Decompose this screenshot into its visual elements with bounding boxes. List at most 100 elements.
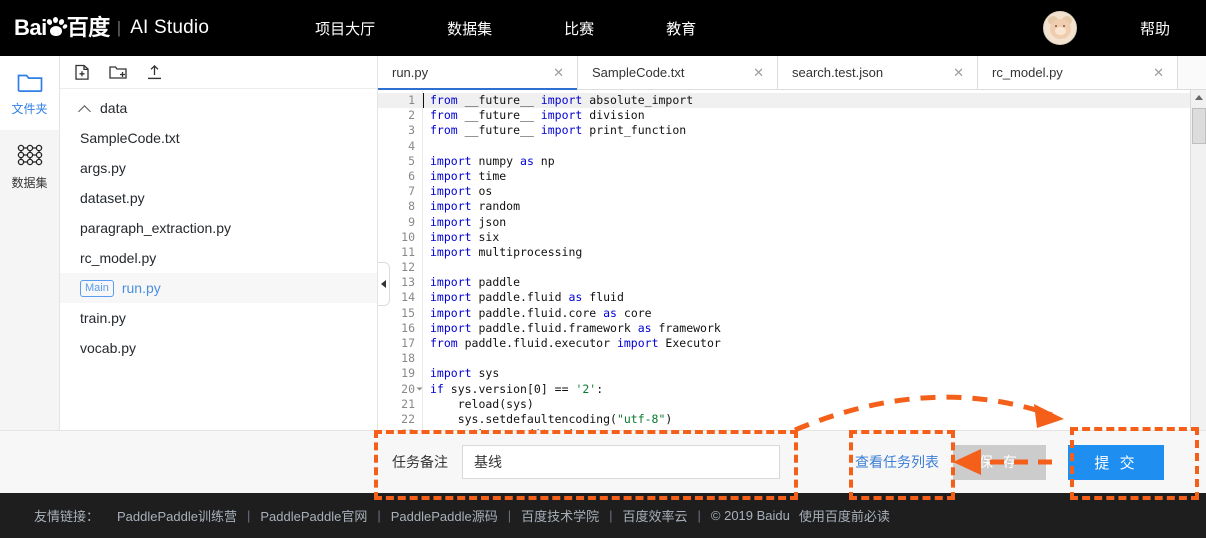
code-line: from paddle.fluid.executor import Execut… — [430, 336, 721, 350]
code-line: import paddle — [430, 275, 521, 290]
upload-icon[interactable] — [146, 64, 163, 81]
dataset-nodes-icon — [17, 143, 43, 167]
brand-separator: | — [116, 18, 122, 37]
rail-item-folder-label: 文件夹 — [11, 102, 48, 116]
file-row-vocab[interactable]: vocab.py — [60, 333, 377, 363]
new-file-icon[interactable] — [74, 64, 90, 81]
tab-label: run.py — [392, 65, 429, 80]
file-row-args[interactable]: args.py — [60, 153, 377, 183]
file-row-paragraph-extraction[interactable]: paragraph_extraction.py — [60, 213, 377, 243]
brand-logo[interactable]: Bai 百度 | AI Studio — [14, 0, 209, 56]
text-cursor — [423, 93, 424, 108]
line-number: 4 — [408, 138, 415, 153]
file-row-rc-model[interactable]: rc_model.py — [60, 243, 377, 273]
tab-run-py[interactable]: run.py ✕ — [378, 56, 578, 90]
code-line: import six — [430, 229, 500, 244]
close-icon[interactable]: ✕ — [1153, 65, 1164, 81]
close-icon[interactable]: ✕ — [753, 65, 764, 81]
nav-item-datasets[interactable]: 数据集 — [447, 18, 492, 39]
tab-search-test-json[interactable]: search.test.json ✕ — [778, 56, 978, 89]
code-line: sys.setdefaultencoding("utf-8") — [430, 411, 673, 426]
file-row-samplecode[interactable]: SampleCode.txt — [60, 123, 377, 153]
rail-item-folder[interactable]: 文件夹 — [0, 56, 59, 130]
file-list: data SampleCode.txt args.py dataset.py p… — [60, 89, 377, 363]
nav-links: 项目大厅 数据集 比赛 教育 — [315, 18, 768, 39]
view-task-list-link[interactable]: 查看任务列表 — [855, 452, 939, 472]
file-row-train[interactable]: train.py — [60, 303, 377, 333]
code-line: import random — [430, 199, 521, 214]
line-number: 1 — [378, 93, 422, 109]
folder-icon — [17, 69, 43, 93]
file-row-run[interactable]: Main run.py — [60, 273, 377, 303]
line-number: 16 — [401, 320, 415, 335]
line-number: 19 — [401, 366, 415, 381]
code-line: import paddle.fluid.core as core — [430, 305, 652, 320]
footer-link-tech-academy[interactable]: 百度技术学院 — [521, 506, 599, 525]
file-row-folder-data[interactable]: data — [60, 93, 377, 123]
editor-column: run.py ✕ SampleCode.txt ✕ search.test.js… — [378, 56, 1206, 493]
top-navigation-bar: Bai 百度 | AI Studio 项目大厅 数据集 比赛 教育 帮助 — [0, 0, 1206, 56]
page-footer: 友情链接： PaddlePaddle训练营 | PaddlePaddle官网 |… — [0, 493, 1206, 538]
new-folder-icon[interactable] — [109, 64, 127, 80]
line-number: 8 — [408, 199, 415, 214]
tab-label: rc_model.py — [992, 65, 1063, 80]
rail-item-dataset-label: 数据集 — [11, 176, 48, 190]
main-entry-badge: Main — [80, 279, 114, 297]
code-line: from __future__ import print_function — [430, 123, 687, 138]
file-label: SampleCode.txt — [80, 130, 180, 146]
tab-samplecode-txt[interactable]: SampleCode.txt ✕ — [578, 56, 778, 89]
scroll-up-icon[interactable] — [1191, 90, 1206, 105]
line-number: 17 — [401, 336, 415, 350]
nav-item-education[interactable]: 教育 — [666, 18, 696, 39]
code-line: from __future__ import division — [430, 108, 645, 123]
footer-link-training-camp[interactable]: PaddlePaddle训练营 — [117, 506, 237, 525]
close-icon[interactable]: ✕ — [953, 65, 964, 81]
tab-label: search.test.json — [792, 65, 884, 80]
file-label: run.py — [121, 280, 161, 296]
code-editor[interactable]: 123456789101112131415161718192021222324 … — [378, 90, 1206, 476]
panel-collapse-handle[interactable] — [378, 262, 390, 306]
line-number: 20 — [378, 382, 423, 397]
left-icon-rail: 文件夹 数据集 — [0, 56, 60, 493]
footer-copyright: © 2019 Baidu — [710, 508, 790, 523]
vertical-scroll-thumb[interactable] — [1192, 108, 1206, 144]
close-icon[interactable]: ✕ — [553, 65, 564, 81]
avatar[interactable] — [1042, 11, 1077, 45]
line-number: 15 — [401, 305, 415, 320]
tab-rc-model-py[interactable]: rc_model.py ✕ — [978, 56, 1178, 89]
file-label: paragraph_extraction.py — [80, 220, 231, 236]
nav-right-group: 帮助 — [1042, 0, 1206, 56]
baidu-logo-latin: Bai — [14, 15, 47, 40]
nav-item-competition[interactable]: 比赛 — [564, 18, 594, 39]
submit-button[interactable]: 提 交 — [1068, 444, 1164, 480]
workspace: 文件夹 数据集 data SampleCode.txt args.py data… — [0, 56, 1206, 493]
line-number: 22 — [401, 411, 415, 426]
file-label: args.py — [80, 160, 126, 176]
line-number: 10 — [401, 229, 415, 244]
footer-link-terms[interactable]: 使用百度前必读 — [799, 506, 890, 525]
task-note-input[interactable] — [462, 445, 780, 479]
file-label: data — [100, 100, 128, 116]
task-action-bar: 任务备注 查看任务列表 保 存 提 交 — [0, 430, 1206, 493]
file-label: rc_model.py — [80, 250, 157, 266]
editor-vertical-scrollbar[interactable] — [1190, 90, 1206, 476]
fold-toggle-icon[interactable] — [416, 387, 423, 391]
rail-item-dataset[interactable]: 数据集 — [0, 130, 59, 204]
code-line: import sys — [430, 366, 500, 381]
footer-link-official-site[interactable]: PaddlePaddle官网 — [260, 506, 367, 525]
footer-link-efficiency-cloud[interactable]: 百度效率云 — [623, 506, 688, 525]
tab-label: SampleCode.txt — [592, 65, 685, 80]
save-button[interactable]: 保 存 — [953, 444, 1046, 480]
line-number: 6 — [408, 168, 415, 183]
code-content[interactable]: from __future__ import absolute_import fr… — [423, 90, 1190, 476]
code-line: import json — [430, 214, 507, 229]
footer-link-source-code[interactable]: PaddlePaddle源码 — [391, 506, 498, 525]
footer-separator: | — [609, 508, 613, 523]
nav-item-project-hall[interactable]: 项目大厅 — [315, 18, 375, 39]
file-explorer-panel: data SampleCode.txt args.py dataset.py p… — [60, 56, 378, 493]
file-row-dataset[interactable]: dataset.py — [60, 183, 377, 213]
nav-item-help[interactable]: 帮助 — [1140, 18, 1170, 39]
